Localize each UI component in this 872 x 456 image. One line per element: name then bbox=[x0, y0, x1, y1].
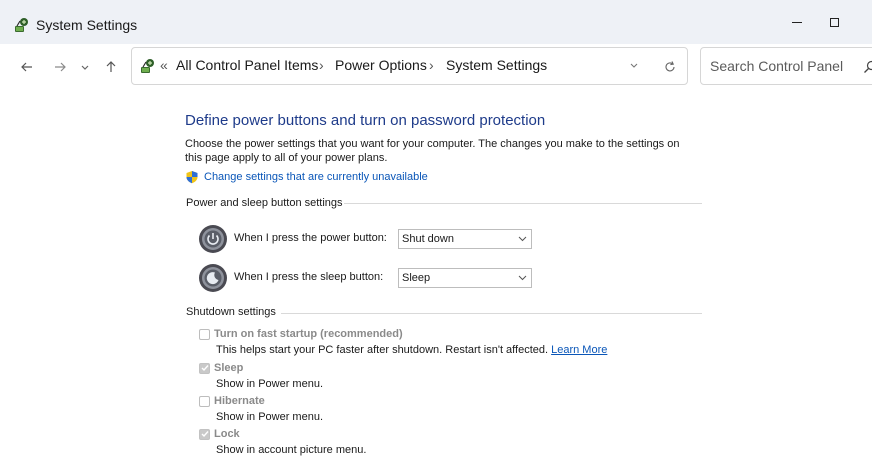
fast-startup-label: Turn on fast startup (recommended) bbox=[214, 328, 403, 340]
forward-button[interactable] bbox=[50, 57, 70, 77]
up-button[interactable] bbox=[101, 57, 121, 77]
sleep-option-description: Show in Power menu. bbox=[216, 378, 323, 390]
power-button-select-value: Shut down bbox=[402, 233, 454, 245]
sleep-button-select[interactable]: Sleep bbox=[398, 268, 532, 288]
address-dropdown-icon[interactable] bbox=[627, 59, 641, 73]
page-title: Define power buttons and turn on passwor… bbox=[185, 112, 546, 129]
forward-arrow-icon bbox=[55, 62, 66, 72]
recent-locations-chevron-icon bbox=[81, 65, 89, 70]
checkmark-icon bbox=[201, 365, 209, 372]
hibernate-option-description: Show in Power menu. bbox=[216, 411, 323, 423]
search-input[interactable]: Search Control Panel bbox=[710, 58, 843, 74]
maximize-icon bbox=[829, 17, 839, 27]
sleep-option-label: Sleep bbox=[214, 362, 244, 374]
address-overflow-chevron[interactable]: « bbox=[160, 57, 168, 73]
fast-startup-checkbox[interactable] bbox=[199, 329, 210, 340]
sleep-checkbox[interactable] bbox=[199, 363, 210, 374]
fast-startup-description: This helps start your PC faster after sh… bbox=[216, 344, 608, 356]
recent-locations-button[interactable] bbox=[75, 57, 95, 77]
shutdown-section-title: Shutdown settings bbox=[186, 306, 276, 318]
lock-option-description: Show in account picture menu. bbox=[216, 444, 367, 456]
search-box[interactable]: Search Control Panel bbox=[700, 47, 872, 85]
breadcrumb-separator[interactable]: › bbox=[429, 57, 434, 73]
change-settings-link[interactable]: Change settings that are currently unava… bbox=[185, 169, 428, 185]
back-arrow-icon bbox=[21, 62, 32, 72]
section-divider bbox=[344, 203, 702, 204]
breadcrumb-separator[interactable]: › bbox=[319, 57, 324, 73]
window-title: System Settings bbox=[36, 17, 138, 33]
up-arrow-icon bbox=[106, 61, 116, 72]
power-options-icon bbox=[141, 59, 154, 73]
power-options-icon bbox=[15, 18, 28, 32]
chevron-down-icon bbox=[518, 275, 527, 281]
power-button-icon bbox=[199, 225, 227, 253]
refresh-icon[interactable] bbox=[663, 60, 677, 74]
breadcrumb-all-control-panel-items[interactable]: All Control Panel Items bbox=[176, 57, 318, 73]
section-divider bbox=[281, 313, 702, 314]
hibernate-option-label: Hibernate bbox=[214, 395, 265, 407]
minimize-icon bbox=[792, 21, 802, 23]
breadcrumb-power-options[interactable]: Power Options bbox=[335, 57, 427, 73]
search-icon[interactable] bbox=[862, 59, 872, 75]
minimize-button[interactable] bbox=[785, 11, 809, 33]
lock-checkbox[interactable] bbox=[199, 429, 210, 440]
breadcrumb-system-settings[interactable]: System Settings bbox=[446, 57, 547, 73]
power-button-label: When I press the power button: bbox=[234, 232, 387, 244]
hibernate-checkbox[interactable] bbox=[199, 396, 210, 407]
chevron-down-icon bbox=[518, 236, 527, 242]
address-bar[interactable]: « All Control Panel Items › Power Option… bbox=[131, 47, 688, 85]
learn-more-link[interactable]: Learn More bbox=[551, 344, 607, 356]
checkmark-icon bbox=[201, 431, 209, 438]
power-sleep-section-title: Power and sleep button settings bbox=[186, 197, 343, 209]
lock-option-label: Lock bbox=[214, 428, 240, 440]
back-button[interactable] bbox=[17, 57, 37, 77]
maximize-button[interactable] bbox=[822, 11, 846, 33]
page-description: Choose the power settings that you want … bbox=[185, 138, 680, 164]
sleep-button-select-value: Sleep bbox=[402, 272, 431, 284]
power-button-select[interactable]: Shut down bbox=[398, 229, 532, 249]
title-bar: System Settings bbox=[0, 0, 872, 44]
sleep-button-label: When I press the sleep button: bbox=[234, 271, 384, 283]
navigation-bar: « All Control Panel Items › Power Option… bbox=[0, 44, 872, 90]
change-settings-link-text[interactable]: Change settings that are currently unava… bbox=[204, 171, 428, 183]
sleep-button-icon bbox=[199, 264, 227, 292]
uac-shield-icon bbox=[186, 171, 198, 184]
